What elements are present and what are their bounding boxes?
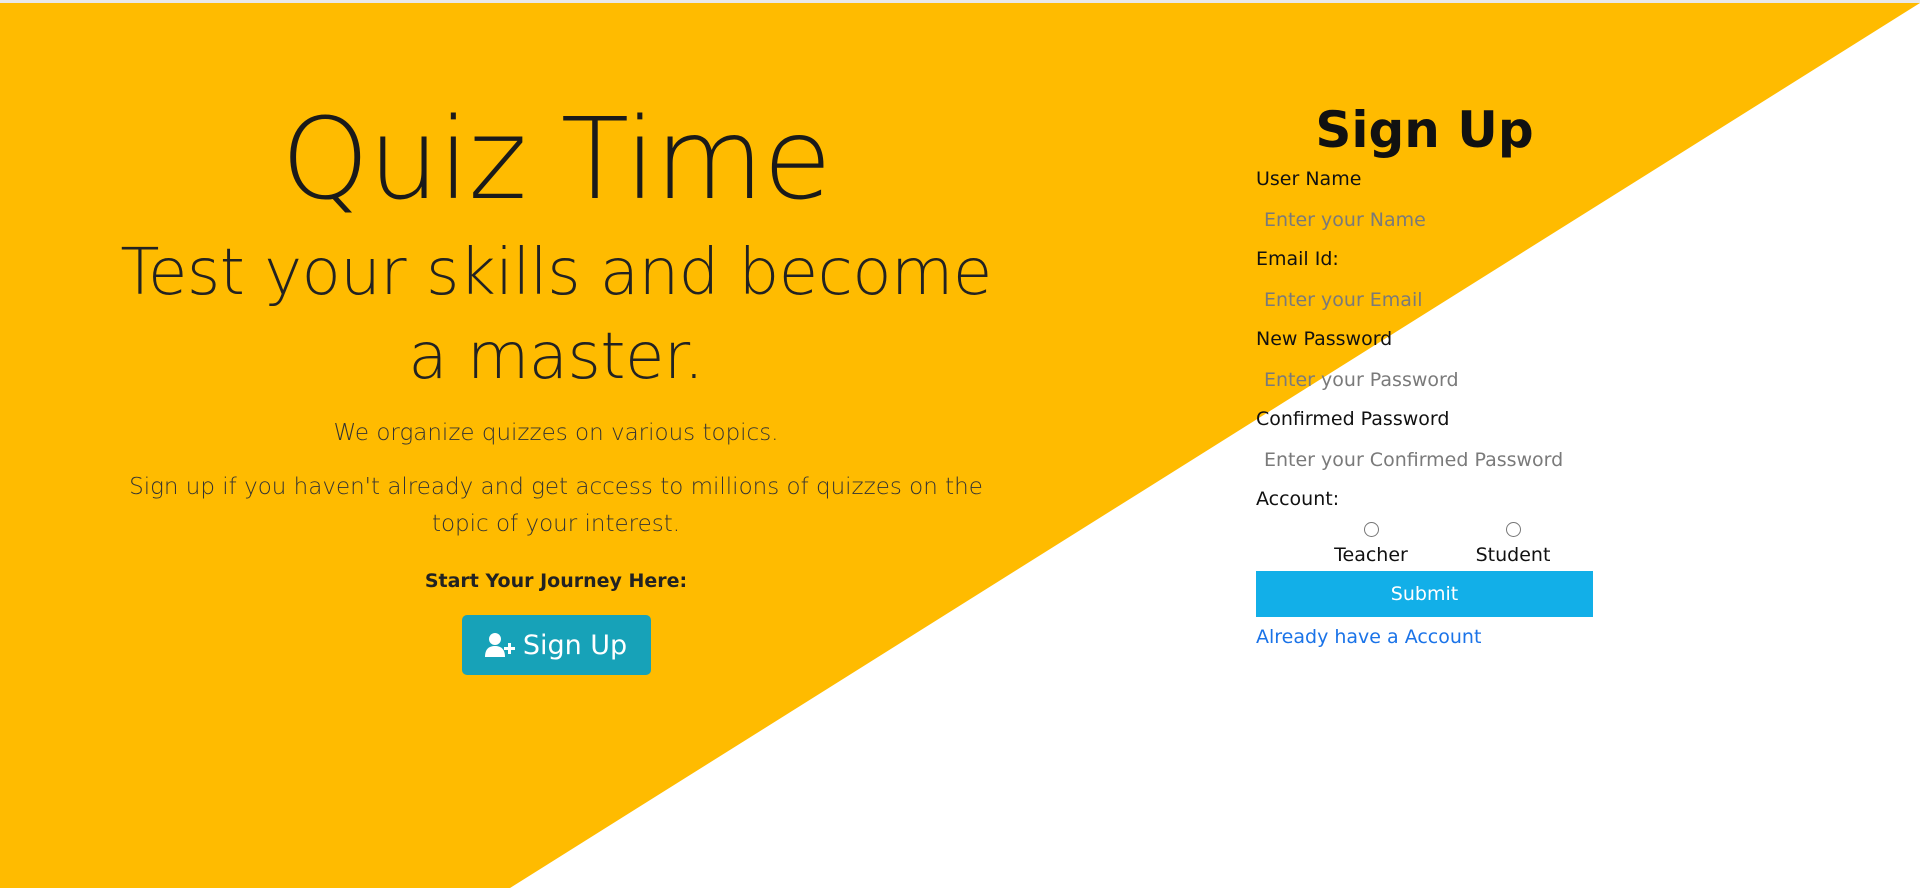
top-edge-strip — [0, 0, 1920, 3]
hero-signup-button[interactable]: Sign Up — [461, 615, 651, 675]
confirm-password-input[interactable] — [1256, 438, 1593, 482]
hero-lead: We organize quizzes on various topics. — [333, 420, 779, 446]
student-label: Student — [1475, 544, 1551, 566]
hero-lead-2: Sign up if you haven't already and get a… — [129, 474, 983, 537]
hero-title: Quiz Time — [281, 95, 832, 225]
username-input[interactable] — [1256, 198, 1593, 242]
account-option-teacher[interactable]: Teacher — [1300, 518, 1442, 567]
username-label: User Name — [1256, 168, 1362, 190]
teacher-label: Teacher — [1334, 544, 1408, 566]
login-link[interactable]: Already have a Account — [1256, 625, 1481, 649]
new-password-label: New Password — [1256, 328, 1393, 350]
hero-signup-label: Sign Up — [522, 629, 628, 661]
journey-label: Start Your Journey Here: — [424, 570, 688, 592]
confirm-password-label: Confirmed Password — [1256, 408, 1450, 430]
student-radio[interactable] — [1505, 522, 1521, 537]
email-label: Email Id: — [1256, 248, 1339, 270]
account-options: Teacher Student — [1256, 518, 1593, 567]
signup-form: Sign Up User Name Email Id: New Password… — [1256, 98, 1593, 649]
form-title: Sign Up — [1315, 101, 1534, 159]
new-password-input[interactable] — [1256, 358, 1593, 402]
user-plus-icon — [484, 633, 515, 657]
submit-button[interactable]: Submit — [1256, 571, 1593, 617]
account-label: Account: — [1256, 488, 1340, 510]
email-input[interactable] — [1256, 278, 1593, 322]
teacher-radio[interactable] — [1363, 522, 1379, 537]
hero-section: Quiz Time Test your skills and become a … — [110, 95, 1002, 675]
account-option-student[interactable]: Student — [1442, 518, 1584, 567]
hero-subtitle: Test your skills and become a master. — [120, 236, 992, 394]
